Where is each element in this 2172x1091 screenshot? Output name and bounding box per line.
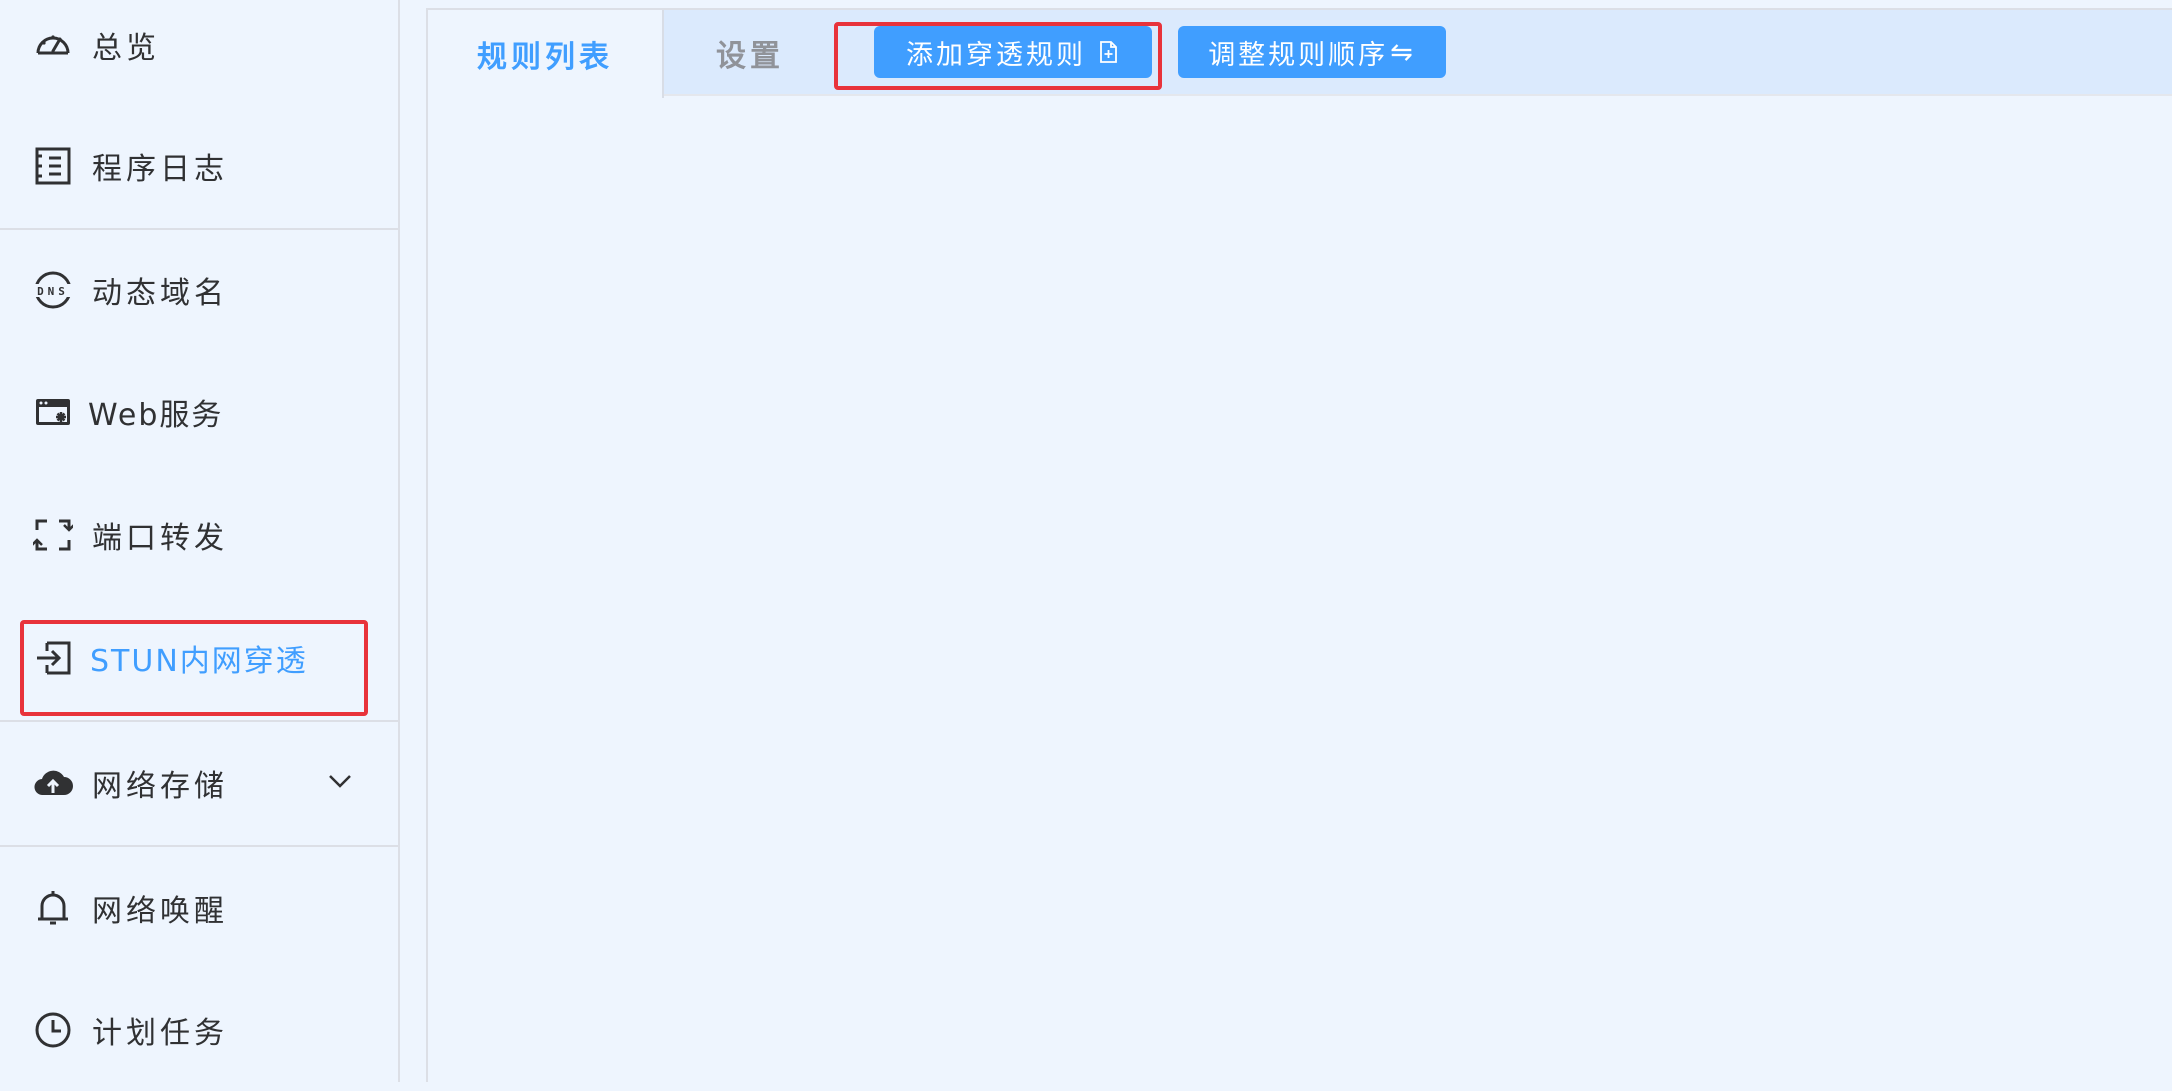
dashboard-icon [32, 24, 74, 66]
sidebar-item-label: Web服务 [88, 398, 224, 433]
reorder-rules-button[interactable]: 调整规则顺序 ⇋ [1178, 26, 1446, 78]
document-add-icon [1096, 40, 1120, 64]
sidebar-item-label: 程序日志 [92, 152, 228, 187]
tab-rule-list[interactable]: 规则列表 [428, 10, 664, 98]
sidebar-item-web-service[interactable]: Web服务 [0, 351, 398, 473]
svg-text:DNS: DNS [37, 285, 69, 298]
add-rule-button[interactable]: 添加穿透规则 [874, 26, 1152, 78]
sidebar-item-label: STUN内网穿透 [90, 644, 308, 679]
tab-bar: 规则列表 设置 添加穿透规则 调整规则顺序 ⇋ [428, 10, 2172, 98]
bell-icon [32, 887, 74, 929]
sidebar-item-port-forward[interactable]: 端口转发 [0, 474, 398, 596]
sidebar-item-logs[interactable]: 程序日志 [0, 105, 398, 227]
tab-settings[interactable]: 设置 [664, 10, 836, 96]
swap-icon: ⇋ [1390, 36, 1416, 68]
sidebar-item-label: 动态域名 [92, 276, 228, 311]
dns-icon: DNS [32, 269, 74, 311]
sidebar-item-label: 网络唤醒 [92, 894, 228, 929]
add-rule-label: 添加穿透规则 [906, 39, 1086, 71]
log-icon [32, 145, 74, 187]
reorder-label: 调整规则顺序 [1208, 39, 1389, 71]
stun-icon [32, 637, 74, 679]
sidebar-item-label: 网络存储 [92, 769, 228, 804]
chevron-down-icon[interactable] [326, 767, 354, 795]
sidebar-item-label: 计划任务 [92, 1016, 228, 1051]
sidebar-item-wake-on-lan[interactable]: 网络唤醒 [0, 847, 398, 969]
sidebar-item-label: 端口转发 [92, 521, 228, 556]
sidebar: 总览 程序日志 DNS 动态域名 Web服务 端口转发 STUN内网穿透 网络存… [0, 0, 400, 1082]
clock-icon [32, 1009, 74, 1051]
sidebar-item-label: 总览 [92, 31, 160, 66]
cloud-upload-icon [32, 762, 74, 804]
web-service-icon [32, 391, 74, 433]
port-forward-icon [32, 514, 74, 556]
main-panel: 规则列表 设置 添加穿透规则 调整规则顺序 ⇋ [426, 8, 2172, 1082]
sidebar-item-stun[interactable]: STUN内网穿透 [0, 597, 398, 719]
sidebar-item-overview[interactable]: 总览 [0, 0, 398, 106]
sidebar-item-ddns[interactable]: DNS 动态域名 [0, 229, 398, 351]
sidebar-item-scheduled-tasks[interactable]: 计划任务 [0, 969, 398, 1091]
sidebar-item-network-storage[interactable]: 网络存储 [0, 722, 398, 844]
